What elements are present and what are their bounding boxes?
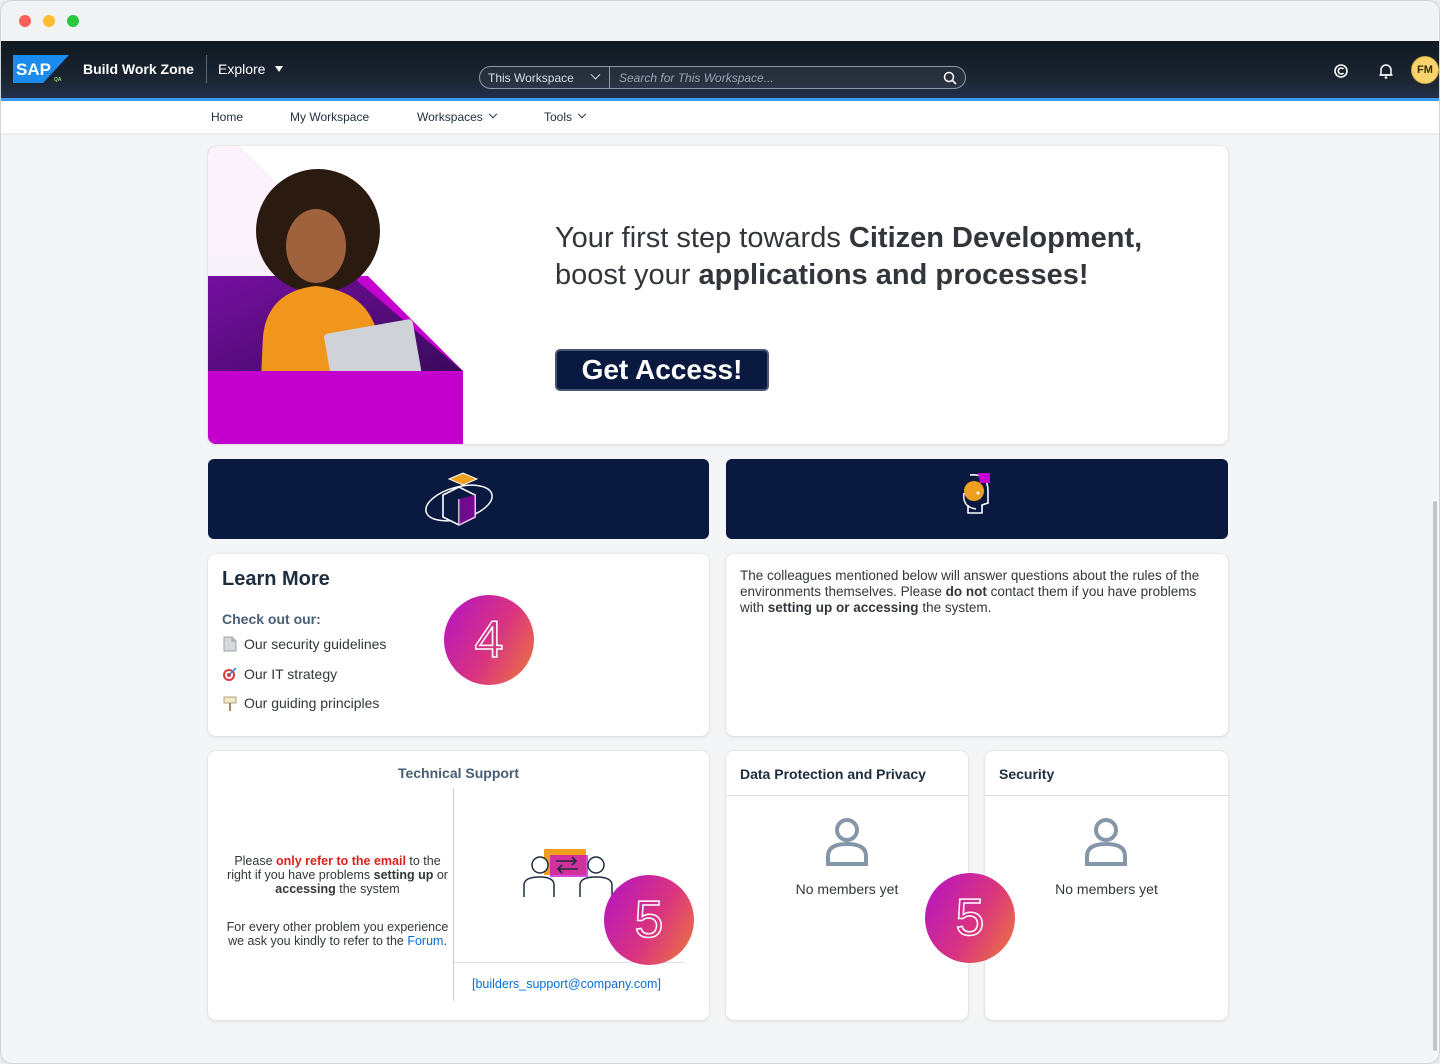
banner-line1-bold: Citizen Development,: [848, 222, 1143, 254]
get-access-button[interactable]: Get Access!: [555, 349, 769, 391]
step-badge-4-number: 4: [474, 610, 504, 670]
chevron-down-icon: [590, 69, 601, 80]
colleagues-info-text: The colleagues mentioned below will answ…: [740, 568, 1216, 616]
target-icon: [222, 666, 238, 682]
caret-down-icon: [275, 66, 284, 72]
nav-home-label: Home: [211, 110, 244, 124]
forum-link[interactable]: Forum: [407, 934, 443, 948]
person-placeholder-icon: [826, 818, 868, 866]
security-empty-text: No members yet: [1055, 881, 1158, 897]
close-window-button[interactable]: [19, 15, 31, 27]
nav-workspaces-label: Workspaces: [417, 110, 483, 124]
app-title: Build Work Zone: [83, 61, 194, 77]
it-strategy-link[interactable]: Our IT strategy: [222, 666, 337, 682]
sap-logo[interactable]: SAP QA: [13, 55, 69, 83]
step-badge-5-secondary: 5: [925, 873, 1015, 963]
step-badge-5-secondary-number: 5: [955, 888, 985, 948]
search-icon[interactable]: [935, 67, 965, 88]
step-badge-5-number: 5: [634, 890, 664, 950]
chevron-down-icon: [577, 109, 587, 119]
support-p1-c: or: [433, 868, 448, 882]
person-placeholder-icon: [1085, 818, 1127, 866]
support-email-instructions: Please only refer to the email to the ri…: [222, 854, 453, 896]
security-title: Security: [985, 751, 1228, 796]
support-p1-d: the system: [335, 882, 400, 896]
search-input[interactable]: [610, 67, 935, 88]
data-protection-title: Data Protection and Privacy: [726, 751, 968, 796]
support-p1-bold1: setting up: [373, 868, 434, 882]
support-p2-b: .: [443, 934, 447, 948]
citizen-development-banner: Your first step towards Citizen Developm…: [208, 146, 1228, 444]
shell-bar: SAP QA Build Work Zone Explore This Work…: [1, 41, 1439, 101]
step-badge-4: 4: [444, 595, 534, 685]
nav-tools[interactable]: Tools: [544, 109, 587, 124]
learning-tile[interactable]: [208, 459, 709, 539]
window-titlebar: [1, 1, 1439, 41]
security-card: Security No members yet: [985, 751, 1228, 1020]
learn-more-title: Learn More: [222, 568, 330, 590]
support-tile[interactable]: [726, 459, 1228, 539]
guiding-principles-link[interactable]: Our guiding principles: [222, 695, 379, 711]
search-scope-label: This Workspace: [488, 70, 574, 85]
security-guidelines-link[interactable]: Our security guidelines: [222, 636, 386, 652]
support-email-link[interactable]: [builders_support@company.com]: [472, 977, 661, 991]
shell-divider: [206, 55, 207, 83]
colleagues-bold-2: setting up or accessing: [767, 600, 919, 615]
minimize-window-button[interactable]: [43, 15, 55, 27]
colleagues-info-card: The colleagues mentioned below will answ…: [726, 554, 1228, 736]
maximize-window-button[interactable]: [67, 15, 79, 27]
headset-agent-icon: [963, 473, 990, 514]
security-guidelines-label: Our security guidelines: [244, 636, 387, 652]
nav-workspaces[interactable]: Workspaces: [417, 109, 498, 124]
search-scope-select[interactable]: This Workspace: [480, 67, 610, 88]
step-badge-5: 5: [604, 875, 694, 965]
nav-my-workspace[interactable]: My Workspace: [290, 110, 369, 124]
search-bar: This Workspace: [479, 66, 966, 89]
banner-line1-prefix: Your first step towards: [555, 222, 849, 254]
browser-window: SAP QA Build Work Zone Explore This Work…: [0, 0, 1440, 1064]
people-exchange-icon: [523, 849, 613, 897]
colleagues-text-3: the system.: [918, 600, 992, 615]
support-p1-a: Please: [234, 854, 277, 868]
colleagues-bold-1: do not: [945, 584, 987, 599]
technical-support-title: Technical Support: [397, 765, 520, 781]
sap-logo-text: SAP: [16, 60, 51, 79]
explore-label: Explore: [218, 61, 266, 77]
nav-my-workspace-label: My Workspace: [290, 110, 370, 124]
nav-home[interactable]: Home: [211, 110, 243, 124]
graduation-book-icon: [424, 472, 493, 526]
chevron-down-icon: [488, 109, 498, 119]
nav-tools-label: Tools: [544, 110, 573, 124]
page-scrollbar[interactable]: [1433, 501, 1437, 1051]
support-divider: [453, 788, 454, 1001]
guiding-principles-label: Our guiding principles: [244, 695, 380, 711]
explore-menu[interactable]: Explore: [218, 61, 284, 77]
notification-bell-icon[interactable]: [1376, 61, 1396, 81]
qa-tag: QA: [54, 77, 62, 83]
technical-support-card: Technical Support Please only refer to t…: [208, 751, 709, 1020]
document-icon: [222, 636, 238, 652]
top-navigation: Home My Workspace Workspaces Tools: [1, 101, 1439, 133]
joule-copilot-icon[interactable]: [1331, 61, 1351, 81]
data-protection-card: Data Protection and Privacy No members y…: [726, 751, 968, 1020]
support-forum-instructions: For every other problem you experience w…: [222, 920, 453, 948]
support-p1-bold2: accessing: [275, 882, 336, 896]
learn-more-card: Learn More Check out our: Our security g…: [208, 554, 709, 736]
banner-headline: Your first step towards Citizen Developm…: [555, 220, 1142, 294]
user-avatar[interactable]: FM: [1411, 56, 1439, 84]
learn-more-subtitle: Check out our:: [222, 611, 321, 627]
it-strategy-label: Our IT strategy: [244, 666, 338, 682]
support-p1-red: only refer to the email: [276, 854, 406, 868]
banner-illustration: [208, 146, 463, 444]
signpost-icon: [222, 695, 238, 711]
banner-line2-bold: applications and processes!: [698, 259, 1089, 291]
banner-line2-prefix: boost your: [555, 259, 699, 291]
